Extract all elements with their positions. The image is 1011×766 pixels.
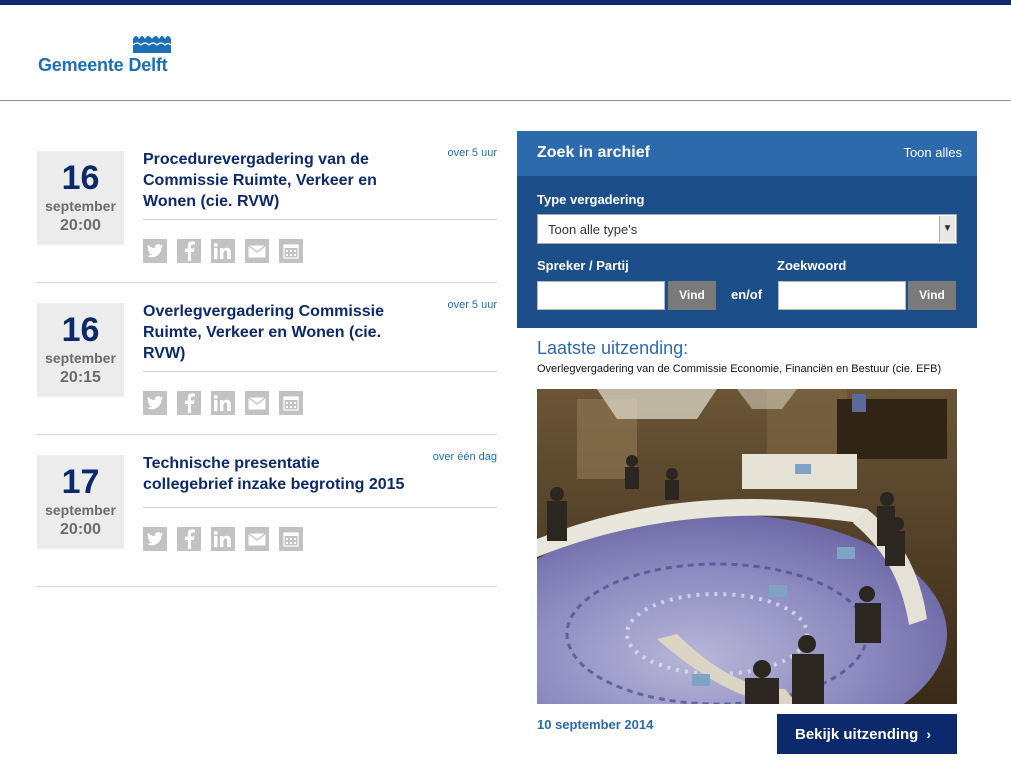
event-day: 16 (61, 311, 100, 349)
event-time: 20:00 (60, 217, 101, 234)
latest-broadcast-date: 10 september 2014 (537, 717, 654, 732)
logo-text-gemeente: Gemeente (38, 55, 124, 75)
and-or-label: en/of (731, 287, 763, 302)
keyword-label: Zoekwoord (777, 258, 847, 273)
event-month: september (45, 198, 116, 214)
share-icons (143, 239, 303, 263)
event-title-link[interactable]: Overlegvergadering Commissie Ruimte, Ver… (143, 301, 413, 364)
twitter-icon[interactable] (143, 391, 167, 415)
event-date-box: 16 september 20:00 (37, 151, 124, 245)
logo-text-delft: Delft (128, 55, 168, 75)
meeting-type-selected: Toon alle type's (548, 222, 638, 237)
facebook-icon[interactable] (177, 391, 201, 415)
calendar-icon[interactable] (279, 239, 303, 263)
logo-mark-icon (133, 36, 171, 53)
linkedin-icon[interactable] (211, 239, 235, 263)
mail-icon[interactable] (245, 391, 269, 415)
event-date-box: 16 september 20:15 (37, 303, 124, 397)
event-item: 17 september 20:00 Technische presentati… (37, 435, 497, 587)
event-month: september (45, 502, 116, 518)
divider (143, 219, 497, 220)
divider (143, 371, 497, 372)
gemeente-delft-logo[interactable]: Gemeente Delft (38, 33, 178, 77)
event-title-link[interactable]: Technische presentatie collegebrief inza… (143, 453, 413, 495)
twitter-icon[interactable] (143, 527, 167, 551)
event-relative-time: over 5 uur (447, 147, 497, 159)
logo-text: Gemeente Delft (38, 55, 168, 76)
event-day: 16 (61, 159, 100, 197)
keyword-input[interactable] (778, 281, 906, 310)
event-title-link[interactable]: Procedurevergadering van de Commissie Ru… (143, 149, 413, 212)
event-month: september (45, 350, 116, 366)
search-panel-title: Zoek in archief (537, 144, 650, 161)
council-chamber-image (537, 389, 957, 704)
archive-search-panel: Zoek in archief Toon alles Type vergader… (517, 131, 977, 328)
meeting-type-select[interactable]: Toon alle type's ▼ (537, 214, 957, 244)
divider (143, 507, 497, 508)
calendar-icon[interactable] (279, 391, 303, 415)
mail-icon[interactable] (245, 239, 269, 263)
speaker-input[interactable] (537, 281, 665, 310)
linkedin-icon[interactable] (211, 391, 235, 415)
speaker-label: Spreker / Partij (537, 258, 629, 273)
speaker-find-button[interactable]: Vind (668, 281, 716, 310)
event-day: 17 (61, 463, 100, 501)
facebook-icon[interactable] (177, 239, 201, 263)
watch-broadcast-label: Bekijk uitzending (795, 726, 919, 743)
facebook-icon[interactable] (177, 527, 201, 551)
event-date-box: 17 september 20:00 (37, 455, 124, 549)
linkedin-icon[interactable] (211, 527, 235, 551)
event-relative-time: over één dag (432, 451, 497, 463)
meeting-type-label: Type vergadering (537, 192, 645, 207)
event-relative-time: over 5 uur (447, 299, 497, 311)
keyword-find-button[interactable]: Vind (908, 281, 956, 310)
chevron-down-icon: ▼ (939, 216, 955, 242)
event-item: 16 september 20:15 Overlegvergadering Co… (37, 283, 497, 435)
header: Gemeente Delft (0, 5, 1011, 101)
watch-broadcast-button[interactable]: Bekijk uitzending › (777, 714, 957, 754)
twitter-icon[interactable] (143, 239, 167, 263)
latest-broadcast-subtitle: Overlegvergadering van de Commissie Econ… (537, 363, 942, 375)
calendar-icon[interactable] (279, 527, 303, 551)
event-item: 16 september 20:00 Procedurevergadering … (37, 131, 497, 283)
mail-icon[interactable] (245, 527, 269, 551)
search-panel-header: Zoek in archief Toon alles (517, 131, 977, 176)
events-list: 16 september 20:00 Procedurevergadering … (37, 131, 497, 587)
share-icons (143, 391, 303, 415)
event-time: 20:00 (60, 521, 101, 538)
chevron-right-icon: › (926, 726, 932, 742)
show-all-link[interactable]: Toon alles (903, 145, 962, 160)
share-icons (143, 527, 303, 551)
broadcast-thumbnail[interactable] (537, 389, 957, 704)
event-time: 20:15 (60, 369, 101, 386)
latest-broadcast-title: Laatste uitzending: (537, 338, 689, 358)
